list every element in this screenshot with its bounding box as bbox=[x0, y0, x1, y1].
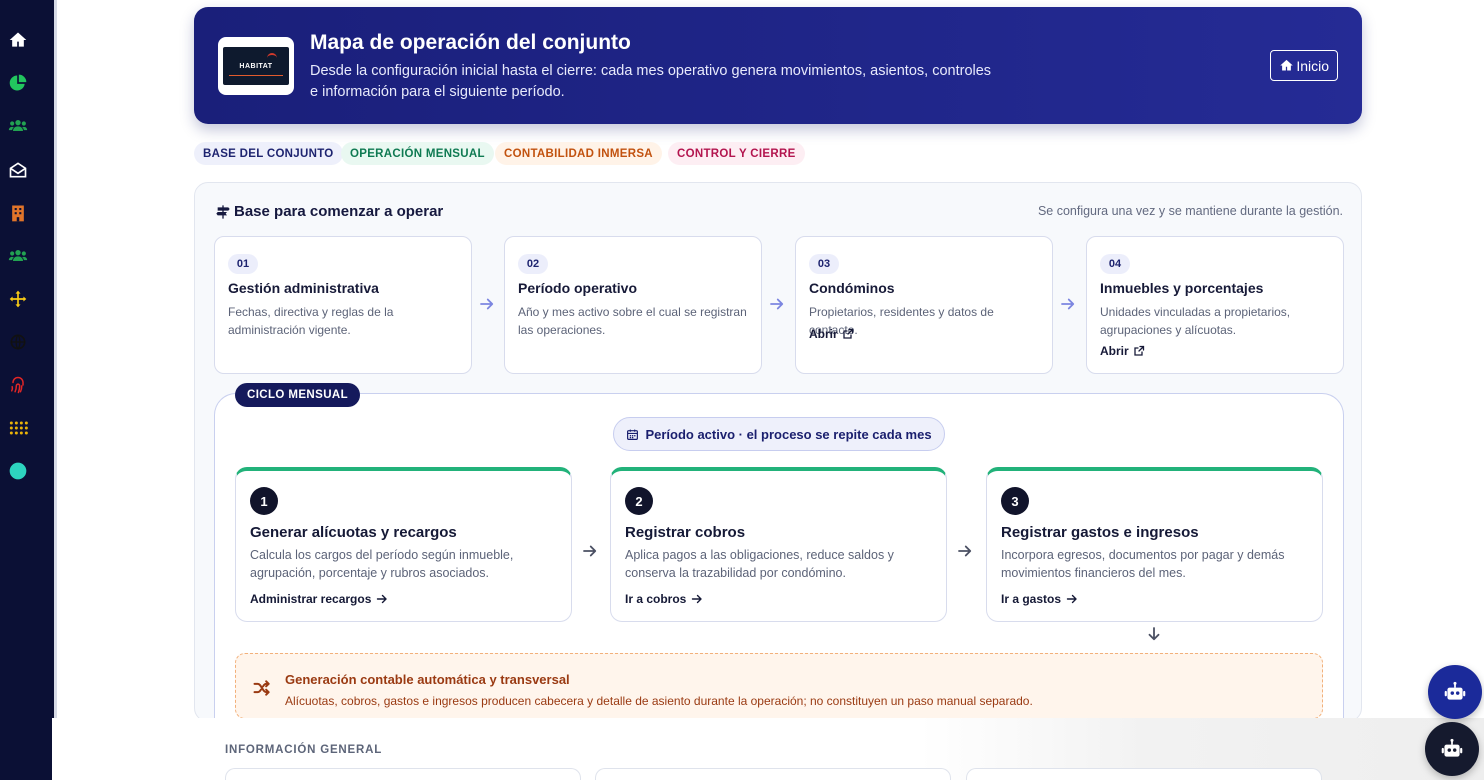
arrow-right-icon bbox=[1066, 594, 1077, 604]
manage-surcharges-link[interactable]: Administrar recargos bbox=[250, 592, 388, 606]
habitat-logo: HABITAT bbox=[218, 37, 294, 95]
step-description: Incorpora egresos, documentos por pagar … bbox=[1001, 548, 1285, 580]
info-card bbox=[966, 768, 1322, 780]
step-number: 2 bbox=[625, 487, 653, 515]
automatic-accounting-notice: Generación contable automática y transve… bbox=[235, 653, 1323, 719]
base-panel-title: Base para comenzar a operar bbox=[234, 203, 444, 220]
step-number: 02 bbox=[518, 254, 548, 274]
go-to-expenses-link[interactable]: Ir a gastos bbox=[1001, 592, 1078, 606]
active-period-label: Período activo · el proceso se repite ca… bbox=[645, 426, 932, 442]
go-to-payments-link[interactable]: Ir a cobros bbox=[625, 592, 703, 606]
arrows-move-icon[interactable] bbox=[5, 286, 31, 312]
step-number: 04 bbox=[1100, 254, 1130, 274]
chatbot-button-secondary[interactable] bbox=[1425, 722, 1479, 776]
link-label: Ir a gastos bbox=[1001, 592, 1062, 606]
page-description: Desde la configuración inicial hasta el … bbox=[310, 63, 992, 100]
chatbot-button[interactable] bbox=[1428, 665, 1482, 719]
external-link-icon bbox=[843, 328, 853, 339]
step-title: Generar alícuotas y recargos bbox=[250, 524, 457, 541]
cycle-step-registrar-gastos: 3 Registrar gastos e ingresos Incorpora … bbox=[986, 467, 1323, 622]
chip-contabilidad-inmersa[interactable]: CONTABILIDAD INMERSA bbox=[495, 142, 662, 165]
step-description: Calcula los cargos del período según inm… bbox=[250, 548, 514, 580]
step-number: 03 bbox=[809, 254, 839, 274]
fingerprint-icon[interactable] bbox=[5, 372, 31, 398]
main-content: HABITAT Mapa de operación del conjunto D… bbox=[57, 0, 1484, 780]
link-label: Ir a cobros bbox=[625, 592, 687, 606]
base-step-condominos: 03 Condóminos Propietarios, residentes y… bbox=[795, 236, 1053, 374]
step-number: 01 bbox=[228, 254, 258, 274]
cycle-step-registrar-cobros: 2 Registrar cobros Aplica pagos a las ob… bbox=[610, 467, 947, 622]
active-period-pill: Período activo · el proceso se repite ca… bbox=[613, 417, 945, 451]
globe-icon[interactable] bbox=[5, 329, 31, 355]
building-icon[interactable] bbox=[5, 200, 31, 226]
page-title: Mapa de operación del conjunto bbox=[310, 31, 631, 54]
signpost-icon bbox=[216, 204, 230, 219]
robot-icon bbox=[1444, 681, 1466, 700]
pie-chart-icon[interactable] bbox=[5, 70, 31, 96]
step-description: Fechas, directiva y reglas de la adminis… bbox=[228, 305, 394, 337]
grid-dots-icon[interactable] bbox=[5, 415, 31, 441]
general-info-heading: INFORMACIÓN GENERAL bbox=[225, 744, 383, 756]
home-button-label: Inicio bbox=[1296, 57, 1329, 74]
cycle-step-generar-alicuotas: 1 Generar alícuotas y recargos Calcula l… bbox=[235, 467, 572, 622]
step-title: Gestión administrativa bbox=[228, 280, 379, 296]
step-title: Registrar gastos e ingresos bbox=[1001, 524, 1199, 541]
robot-icon bbox=[1441, 738, 1463, 757]
home-button[interactable]: Inicio bbox=[1270, 50, 1338, 81]
automatic-accounting-title: Generación contable automática y transve… bbox=[285, 672, 570, 687]
open-condominos-link[interactable]: Abrir bbox=[809, 327, 854, 341]
chip-operacion-mensual[interactable]: OPERACIÓN MENSUAL bbox=[341, 142, 494, 165]
logo-roof-icon bbox=[267, 53, 277, 59]
link-label: Abrir bbox=[809, 327, 838, 341]
arrow-right-icon bbox=[770, 298, 784, 310]
info-card bbox=[225, 768, 581, 780]
chip-control-y-cierre[interactable]: CONTROL Y CIERRE bbox=[668, 142, 805, 165]
step-title: Inmuebles y porcentajes bbox=[1100, 280, 1264, 296]
calendar-icon bbox=[627, 429, 639, 440]
arrow-right-icon bbox=[377, 594, 388, 604]
arrow-right-icon bbox=[480, 298, 494, 310]
info-card bbox=[595, 768, 951, 780]
base-step-gestion-administrativa: 01 Gestión administrativa Fechas, direct… bbox=[214, 236, 472, 374]
arrow-right-icon bbox=[692, 594, 703, 604]
step-description: Año y mes activo sobre el cual se regist… bbox=[518, 305, 747, 337]
arrow-down-icon bbox=[1148, 627, 1160, 641]
circle-icon[interactable] bbox=[5, 458, 31, 484]
logo-text: HABITAT bbox=[239, 62, 273, 70]
base-step-periodo-operativo: 02 Período operativo Año y mes activo so… bbox=[504, 236, 762, 374]
users-icon[interactable] bbox=[5, 243, 31, 269]
shuffle-icon bbox=[253, 680, 270, 696]
step-number: 3 bbox=[1001, 487, 1029, 515]
hero-banner: HABITAT Mapa de operación del conjunto D… bbox=[194, 7, 1362, 124]
base-panel-heading: Base para comenzar a operar bbox=[215, 203, 443, 220]
base-panel: Base para comenzar a operar Se configura… bbox=[194, 182, 1362, 723]
arrow-right-icon bbox=[1061, 298, 1075, 310]
step-description: Aplica pagos a las obligaciones, reduce … bbox=[625, 548, 894, 580]
external-link-icon bbox=[1134, 345, 1144, 356]
step-number: 1 bbox=[250, 487, 278, 515]
chip-base-del-conjunto[interactable]: BASE DEL CONJUNTO bbox=[194, 142, 343, 165]
users-icon[interactable] bbox=[5, 113, 31, 139]
monthly-cycle: CICLO MENSUAL Período activo · el proces… bbox=[214, 383, 1344, 723]
base-step-inmuebles-y-porcentajes: 04 Inmuebles y porcentajes Unidades vinc… bbox=[1086, 236, 1344, 374]
envelope-open-icon[interactable] bbox=[5, 157, 31, 183]
base-panel-note: Se configura una vez y se mantiene duran… bbox=[1037, 204, 1343, 218]
home-icon[interactable] bbox=[5, 27, 31, 53]
open-inmuebles-link[interactable]: Abrir bbox=[1100, 344, 1145, 358]
link-label: Abrir bbox=[1100, 344, 1129, 358]
step-title: Período operativo bbox=[518, 280, 638, 296]
step-title: Condóminos bbox=[809, 280, 895, 296]
sidebar bbox=[0, 0, 54, 780]
step-description: Unidades vinculadas a propietarios, agru… bbox=[1100, 305, 1291, 337]
automatic-accounting-description: Alícuotas, cobros, gastos e ingresos pro… bbox=[285, 694, 1033, 708]
cycle-tag: CICLO MENSUAL bbox=[235, 383, 361, 407]
arrow-right-icon bbox=[958, 545, 972, 557]
link-label: Administrar recargos bbox=[250, 592, 372, 606]
arrow-right-icon bbox=[583, 545, 597, 557]
step-title: Registrar cobros bbox=[625, 524, 746, 541]
home-icon bbox=[1280, 59, 1294, 71]
